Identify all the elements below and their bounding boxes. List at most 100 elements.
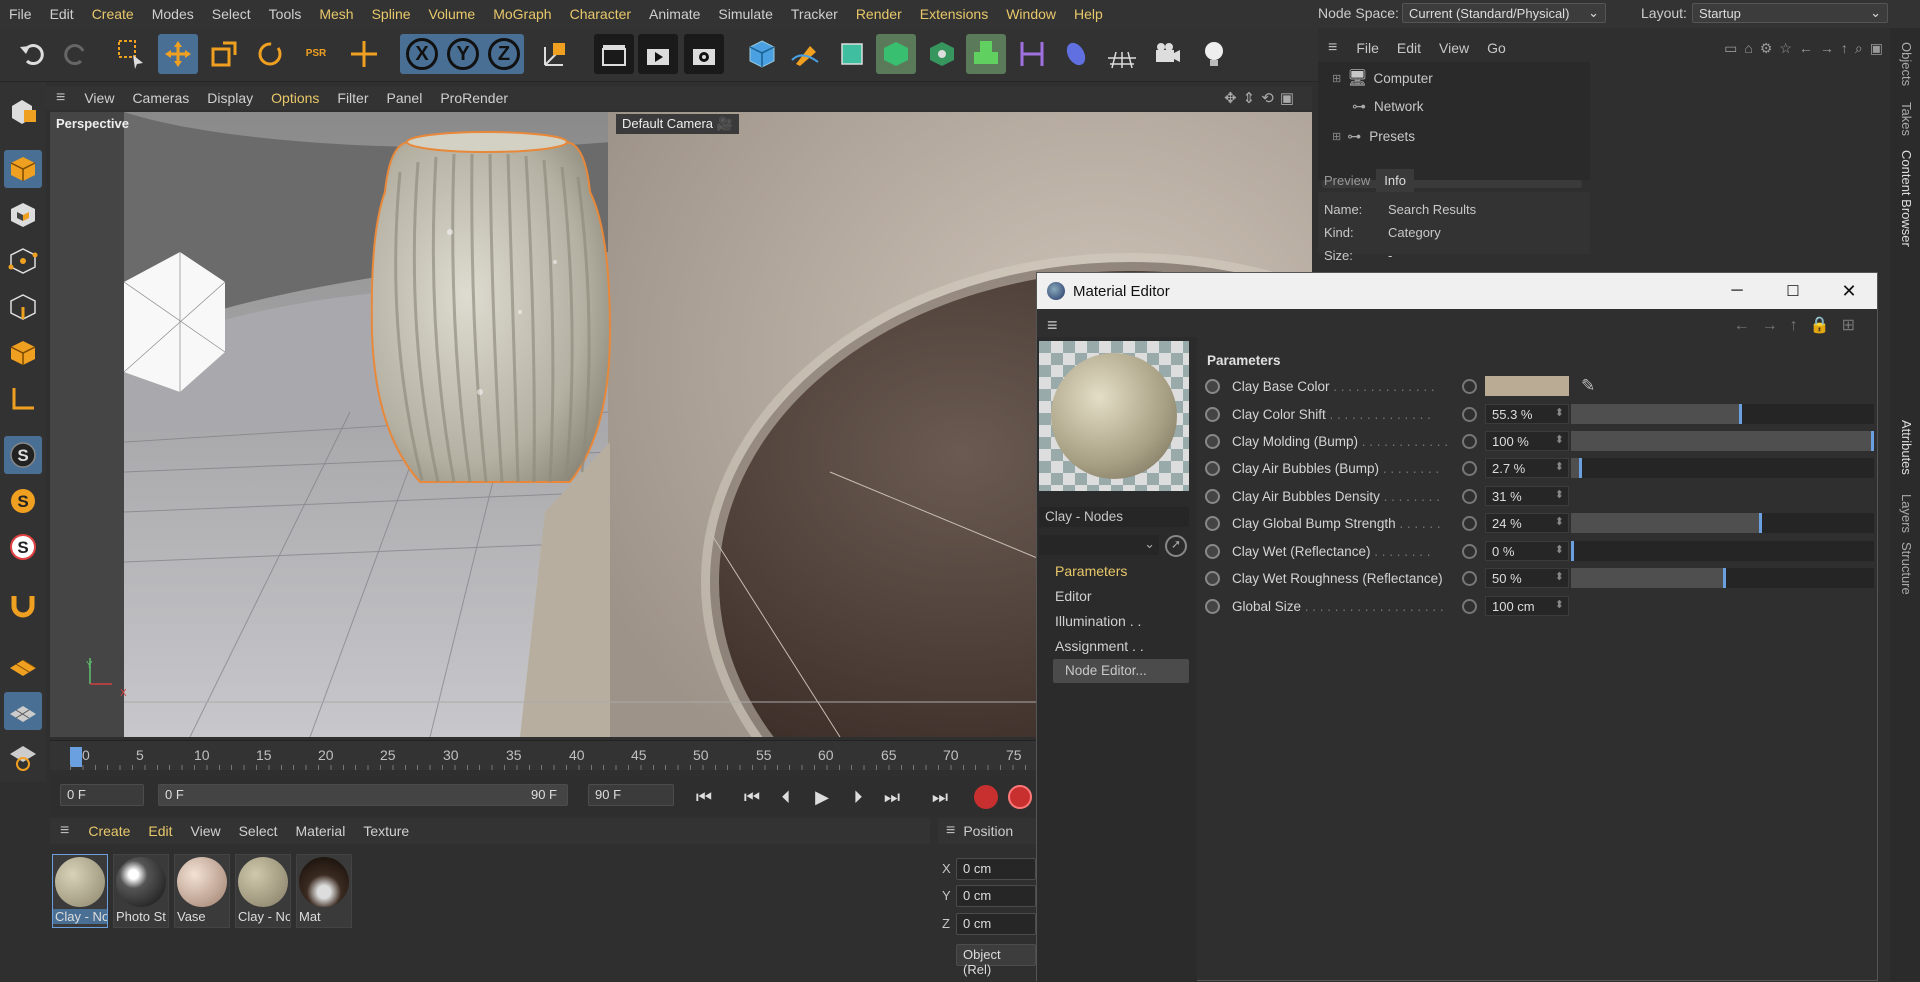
param-keyframe-radio[interactable] (1205, 598, 1220, 614)
workplane-button[interactable] (4, 646, 42, 684)
material-swatch-vase[interactable]: Vase (174, 854, 230, 928)
viewport-menu-options[interactable]: Options (262, 90, 328, 106)
points-mode-button[interactable] (4, 242, 42, 280)
snap-mode-button[interactable]: S (4, 528, 42, 566)
param-port-knob[interactable] (1462, 433, 1477, 449)
coord-z-field[interactable]: 0 cm (956, 913, 1036, 935)
param-port-knob[interactable] (1462, 378, 1477, 394)
cb-tree-item-network[interactable]: ⊶ Network (1352, 98, 1424, 115)
world-coordinates-button[interactable] (534, 34, 574, 74)
deformer-button[interactable] (1012, 34, 1052, 74)
viewport-menu-panel[interactable]: Panel (378, 90, 432, 106)
menu-help[interactable]: Help (1065, 6, 1112, 22)
cb-tree-item-computer[interactable]: ⊞ 🖥 Computer (1332, 68, 1433, 88)
menu-simulate[interactable]: Simulate (709, 6, 781, 22)
render-region-button[interactable] (594, 34, 634, 74)
menu-select[interactable]: Select (203, 6, 260, 22)
param-value-field[interactable]: 2.7 % (1485, 458, 1569, 478)
hamburger-icon[interactable]: ≡ (1047, 315, 1058, 336)
param-slider[interactable] (1571, 513, 1874, 533)
timeline-ruler[interactable]: 0 5 10 15 20 25 30 35 40 45 50 55 60 65 … (50, 740, 1036, 770)
lock-z-axis-button[interactable]: Z (486, 34, 522, 74)
record-button[interactable] (972, 785, 1000, 809)
playhead[interactable] (70, 747, 82, 767)
nav-illumination[interactable]: Illumination . . (1055, 613, 1141, 629)
side-tab-takes[interactable]: Takes (1899, 102, 1914, 136)
param-value-field[interactable]: 100 % (1485, 431, 1569, 451)
material-type-dropdown[interactable]: ⌄ (1039, 535, 1159, 555)
param-value-field[interactable]: 55.3 % (1485, 404, 1569, 424)
psr-tool-button[interactable]: PSR (296, 34, 336, 74)
mat-menu-view[interactable]: View (182, 823, 230, 839)
param-port-knob[interactable] (1462, 570, 1477, 586)
material-swatch-photo-studio[interactable]: Photo St (113, 854, 169, 928)
hamburger-icon[interactable]: ≡ (50, 822, 79, 840)
nav-editor[interactable]: Editor (1055, 588, 1092, 604)
viewport-nav-icons[interactable]: ✥⇕⟲▣ (1224, 89, 1300, 107)
menu-character[interactable]: Character (561, 6, 640, 22)
menu-mesh[interactable]: Mesh (310, 6, 362, 22)
param-keyframe-radio[interactable] (1205, 433, 1220, 449)
frame-range-slider[interactable]: 0 F 90 F (158, 784, 568, 806)
material-preview-large[interactable] (1039, 341, 1189, 491)
end-frame-field[interactable]: 90 F (588, 784, 674, 806)
edges-mode-button[interactable] (4, 288, 42, 326)
polygons-mode-button[interactable] (4, 334, 42, 372)
next-frame-button[interactable]: ⏵ (844, 785, 872, 809)
slider-handle[interactable] (1738, 404, 1742, 424)
minimize-button[interactable]: ─ (1709, 282, 1765, 300)
param-port-knob[interactable] (1462, 460, 1477, 476)
tab-info[interactable]: Info (1376, 169, 1414, 192)
param-port-knob[interactable] (1462, 406, 1477, 422)
close-button[interactable]: ✕ (1821, 281, 1877, 302)
snap-settings-button[interactable]: S (4, 482, 42, 520)
material-name-field[interactable]: Clay - Nodes (1039, 507, 1189, 527)
cb-menu-go[interactable]: Go (1478, 40, 1515, 56)
material-swatch-mat[interactable]: Mat (296, 854, 352, 928)
side-tab-content-browser[interactable]: Content Browser (1899, 150, 1914, 247)
slider-handle[interactable] (1871, 431, 1874, 451)
viewport-menu-display[interactable]: Display (198, 90, 262, 106)
slider-handle[interactable] (1722, 568, 1726, 588)
play-button[interactable]: ▶ (808, 785, 836, 809)
mat-menu-edit[interactable]: Edit (139, 823, 181, 839)
redo-button[interactable] (56, 34, 96, 74)
param-keyframe-radio[interactable] (1205, 488, 1220, 504)
param-value-field[interactable]: 100 cm (1485, 596, 1569, 616)
param-port-knob[interactable] (1462, 515, 1477, 531)
nav-assignment[interactable]: Assignment . . (1055, 638, 1144, 654)
material-editor-titlebar[interactable]: Material Editor ─ ☐ ✕ (1037, 273, 1877, 309)
cb-menu-view[interactable]: View (1430, 40, 1478, 56)
param-keyframe-radio[interactable] (1205, 515, 1220, 531)
default-camera-label[interactable]: Default Camera 🎥 (616, 114, 739, 134)
mat-menu-select[interactable]: Select (230, 823, 287, 839)
param-value-field[interactable]: 31 % (1485, 486, 1569, 506)
rotate-tool-button[interactable] (250, 34, 290, 74)
param-slider[interactable] (1571, 404, 1874, 424)
cb-menu-file[interactable]: File (1347, 40, 1388, 56)
material-swatch-clay-nodes[interactable]: Clay - No (52, 854, 108, 928)
node-editor-button[interactable]: Node Editor... (1053, 659, 1189, 683)
maximize-button[interactable]: ☐ (1765, 282, 1821, 300)
menu-window[interactable]: Window (997, 6, 1065, 22)
lock-y-axis-button[interactable]: Y (445, 34, 481, 74)
cb-toolbar-icons[interactable]: ▭⌂⚙☆←→↑⌕▣ (1724, 40, 1890, 57)
viewport-menu-cameras[interactable]: Cameras (123, 90, 198, 106)
editor-nav-icons[interactable]: ←→↑🔒⊞ (1734, 315, 1867, 335)
menu-volume[interactable]: Volume (420, 6, 485, 22)
pick-material-button[interactable]: ➚ (1165, 535, 1187, 557)
mat-menu-create[interactable]: Create (79, 823, 139, 839)
param-slider[interactable] (1571, 568, 1874, 588)
make-editable-button[interactable] (4, 92, 42, 130)
magnet-tool-button[interactable] (4, 586, 42, 624)
cb-tree-item-presets[interactable]: ⊞ ⊶ Presets (1332, 128, 1415, 145)
param-port-knob[interactable] (1462, 598, 1477, 614)
floor-button[interactable] (1102, 34, 1142, 74)
lock-workplane-button[interactable] (4, 692, 42, 730)
align-workplane-button[interactable] (4, 738, 42, 776)
color-swatch[interactable] (1485, 376, 1569, 396)
cloner-button[interactable] (922, 34, 962, 74)
field-button[interactable] (1056, 34, 1096, 74)
viewport-menu-prorender[interactable]: ProRender (431, 90, 517, 106)
side-tab-attributes[interactable]: Attributes (1899, 420, 1914, 475)
